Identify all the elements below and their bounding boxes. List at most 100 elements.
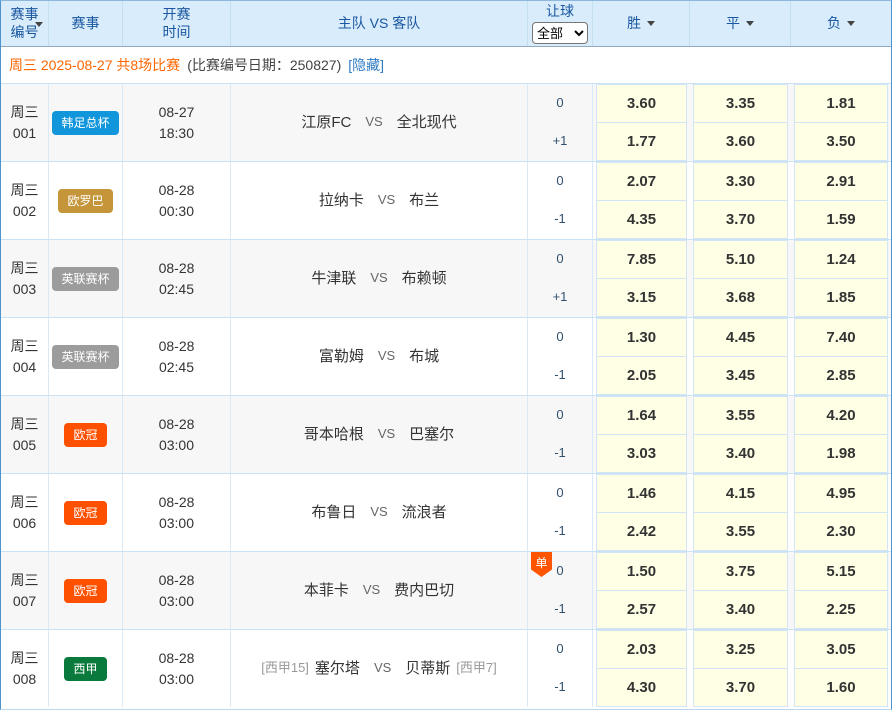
odds-value: 1.85 (826, 287, 855, 309)
win-odds-cell[interactable]: 4.35 (596, 200, 687, 239)
win-odds-cell[interactable]: 2.57 (596, 590, 687, 629)
lose-odds-cell[interactable]: 1.98 (794, 434, 888, 473)
win-odds-cell[interactable]: 2.03 (596, 630, 687, 668)
handicap-filter-select[interactable]: 全部 (532, 22, 588, 44)
lose-odds-cell[interactable]: 7.40 (794, 318, 888, 356)
col-header-start-time: 开赛时间 (123, 1, 231, 46)
odds-value: 3.55 (726, 405, 755, 427)
draw-odds-cell[interactable]: 5.10 (693, 240, 788, 278)
win-odds-cell[interactable]: 1.50 (596, 552, 687, 590)
lose-odds-cell[interactable]: 4.95 (794, 474, 888, 512)
start-time-cell: 08-28 03:00 (123, 630, 231, 707)
draw-odds-cell[interactable]: 3.25 (693, 630, 788, 668)
handicap-cell: 0 -1 (528, 318, 593, 395)
match-number: 002 (13, 201, 36, 221)
win-odds-cell[interactable]: 2.05 (596, 356, 687, 395)
draw-odds-cell[interactable]: 3.35 (693, 84, 788, 122)
draw-odds-cell[interactable]: 3.60 (693, 122, 788, 161)
hide-link[interactable]: [隐藏] (348, 55, 384, 75)
win-odds-cell[interactable]: 4.30 (596, 668, 687, 707)
lose-odds-cell[interactable]: 2.91 (794, 162, 888, 200)
vs-label: VS (374, 659, 391, 678)
start-time-cell: 08-28 02:45 (123, 240, 231, 317)
win-odds-cell[interactable]: 1.77 (596, 122, 687, 161)
vs-label: VS (363, 581, 380, 600)
col-header-win[interactable]: 胜 (593, 1, 690, 46)
lose-odds-column: 1.24 1.85 (791, 240, 891, 317)
league-cell: 欧冠 (49, 474, 123, 551)
odds-value: 1.59 (826, 209, 855, 231)
match-number-cell: 周三 008 (1, 630, 49, 707)
match-number-cell: 周三 005 (1, 396, 49, 473)
win-odds-cell[interactable]: 3.60 (596, 84, 687, 122)
win-odds-column: 2.03 4.30 (593, 630, 690, 707)
lose-odds-cell[interactable]: 3.05 (794, 630, 888, 668)
draw-odds-cell[interactable]: 4.45 (693, 318, 788, 356)
odds-value: 3.45 (726, 365, 755, 387)
draw-odds-cell[interactable]: 4.15 (693, 474, 788, 512)
col-header-handicap: 让球 全部 (528, 1, 593, 46)
vs-label: VS (370, 503, 387, 522)
draw-odds-cell[interactable]: 3.70 (693, 200, 788, 239)
league-badge: 欧罗巴 (58, 189, 112, 213)
col-header-draw[interactable]: 平 (690, 1, 791, 46)
lose-odds-cell[interactable]: 2.85 (794, 356, 888, 395)
match-number-cell: 周三 003 (1, 240, 49, 317)
odds-value: 1.60 (826, 677, 855, 699)
odds-value: 4.45 (726, 327, 755, 349)
sort-down-icon (847, 21, 855, 26)
odds-value: 2.05 (627, 365, 656, 387)
handicap-value: 0 (556, 328, 563, 347)
win-odds-cell[interactable]: 2.42 (596, 512, 687, 551)
win-odds-cell[interactable]: 7.85 (596, 240, 687, 278)
lose-odds-cell[interactable]: 4.20 (794, 396, 888, 434)
handicap-cell: 0 -1 (528, 396, 593, 473)
handicap-value: -1 (554, 678, 566, 697)
lose-odds-cell[interactable]: 5.15 (794, 552, 888, 590)
draw-odds-cell[interactable]: 3.70 (693, 668, 788, 707)
col-header-match-no[interactable]: 赛事编号 (1, 1, 49, 46)
draw-odds-cell[interactable]: 3.45 (693, 356, 788, 395)
sort-down-icon (746, 21, 754, 26)
lose-odds-cell[interactable]: 2.25 (794, 590, 888, 629)
win-odds-cell[interactable]: 2.07 (596, 162, 687, 200)
start-time-cell: 08-27 18:30 (123, 84, 231, 161)
draw-odds-cell[interactable]: 3.75 (693, 552, 788, 590)
draw-odds-cell[interactable]: 3.68 (693, 278, 788, 317)
draw-odds-cell[interactable]: 3.55 (693, 396, 788, 434)
lose-odds-cell[interactable]: 3.50 (794, 122, 888, 161)
lose-odds-cell[interactable]: 1.85 (794, 278, 888, 317)
win-odds-cell[interactable]: 1.30 (596, 318, 687, 356)
win-odds-cell[interactable]: 1.64 (596, 396, 687, 434)
date-summary-text: 周三 2025-08-27 共8场比赛 (9, 55, 180, 75)
league-badge: 欧冠 (64, 423, 106, 447)
lose-odds-cell[interactable]: 1.81 (794, 84, 888, 122)
draw-odds-cell[interactable]: 3.30 (693, 162, 788, 200)
col-header-lose[interactable]: 负 (791, 1, 891, 46)
lose-odds-cell[interactable]: 1.59 (794, 200, 888, 239)
odds-value: 3.60 (627, 93, 656, 115)
draw-odds-cell[interactable]: 3.55 (693, 512, 788, 551)
match-row: 周三 001 韩足总杯 08-27 18:30 江原FC VS 全北现代 0 +… (1, 84, 891, 162)
handicap-cell: 0 -1 (528, 474, 593, 551)
draw-odds-cell[interactable]: 3.40 (693, 590, 788, 629)
home-team: 哥本哈根 (304, 424, 364, 446)
lose-odds-column: 7.40 2.85 (791, 318, 891, 395)
home-team: 牛津联 (311, 268, 356, 290)
win-odds-cell[interactable]: 3.15 (596, 278, 687, 317)
vs-label: VS (378, 347, 395, 366)
odds-value: 2.03 (627, 639, 656, 661)
league-cell: 英联赛杯 (49, 318, 123, 395)
odds-value: 3.55 (726, 521, 755, 543)
lose-odds-cell[interactable]: 1.60 (794, 668, 888, 707)
odds-value: 1.98 (826, 443, 855, 465)
lose-odds-cell[interactable]: 1.24 (794, 240, 888, 278)
odds-value: 3.30 (726, 171, 755, 193)
draw-odds-cell[interactable]: 3.40 (693, 434, 788, 473)
away-team: 布城 (409, 346, 439, 368)
win-odds-cell[interactable]: 3.03 (596, 434, 687, 473)
lose-odds-cell[interactable]: 2.30 (794, 512, 888, 551)
lose-odds-column: 5.15 2.25 (791, 552, 891, 629)
win-odds-cell[interactable]: 1.46 (596, 474, 687, 512)
lose-odds-column: 4.20 1.98 (791, 396, 891, 473)
